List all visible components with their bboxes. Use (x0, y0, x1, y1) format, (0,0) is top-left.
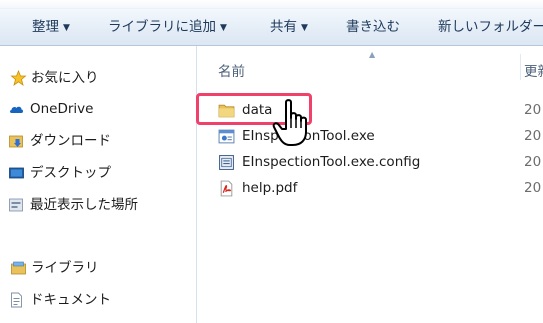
add-to-library-label: ライブラリに追加 (108, 19, 216, 35)
nav-item-recent-places[interactable]: 最近表示した場所 (9, 193, 138, 217)
column-divider[interactable] (520, 54, 521, 80)
recent-places-icon (9, 198, 23, 212)
navigation-pane: お気に入り OneDrive ダウンロード デスクトップ 最近表示した場所 ライ… (0, 46, 197, 323)
file-name: help.pdf (242, 180, 298, 196)
nav-item-downloads-label: ダウンロード (30, 133, 111, 149)
file-date: 20 (524, 102, 542, 118)
file-date: 20 (524, 180, 542, 196)
hand-pointer-icon (272, 99, 307, 146)
sort-ascending-icon: ▲ (369, 50, 376, 59)
organize-button[interactable]: 整理 ▼ (32, 9, 70, 46)
chevron-down-icon: ▼ (63, 23, 70, 33)
file-name: EInspectionTool.exe.config (242, 154, 421, 170)
explorer-window: 整理 ▼ ライブラリに追加 ▼ 共有 ▼ 書き込む 新しいフォルダー お気に入り On… (0, 0, 543, 323)
add-to-library-button[interactable]: ライブラリに追加 ▼ (108, 9, 227, 46)
new-folder-label: 新しいフォルダー (438, 19, 543, 35)
organize-label: 整理 (32, 19, 59, 35)
config-file-icon (219, 155, 234, 170)
new-folder-button[interactable]: 新しいフォルダー (438, 9, 543, 46)
burn-label: 書き込む (346, 19, 400, 35)
download-folder-icon (9, 135, 23, 148)
nav-item-desktop[interactable]: デスクトップ (9, 161, 111, 185)
chevron-down-icon: ▼ (301, 23, 308, 33)
nav-favorites-label: お気に入り (31, 70, 99, 86)
file-row-exe[interactable]: EInspectionTool.exe 20 (198, 124, 543, 149)
nav-item-documents[interactable]: ドキュメント (11, 288, 111, 312)
nav-libraries-label: ライブラリ (31, 260, 99, 276)
nav-item-desktop-label: デスクトップ (30, 165, 111, 181)
nav-item-downloads[interactable]: ダウンロード (9, 129, 111, 153)
nav-favorites[interactable]: お気に入り (10, 66, 99, 90)
column-header-name[interactable]: 名前 (218, 60, 245, 80)
file-date: 20 (524, 154, 542, 170)
exe-icon (218, 129, 235, 144)
share-label: 共有 (270, 19, 297, 35)
file-row-pdf[interactable]: help.pdf 20 (198, 176, 543, 201)
library-icon (11, 261, 26, 275)
nav-item-onedrive-label: OneDrive (30, 101, 94, 117)
burn-button[interactable]: 書き込む (346, 9, 400, 46)
nav-item-documents-label: ドキュメント (30, 292, 111, 308)
nav-libraries[interactable]: ライブラリ (10, 256, 99, 280)
share-button[interactable]: 共有 ▼ (270, 9, 308, 46)
nav-item-onedrive[interactable]: OneDrive (10, 97, 94, 121)
desktop-icon (9, 167, 24, 179)
onedrive-icon (10, 106, 23, 113)
pdf-icon (220, 180, 233, 197)
column-header-date[interactable]: 更新 (524, 60, 543, 80)
file-date: 20 (524, 128, 542, 144)
chevron-down-icon: ▼ (220, 23, 227, 33)
star-icon (10, 70, 27, 86)
nav-item-recent-places-label: 最近表示した場所 (30, 197, 138, 213)
document-icon (11, 292, 22, 308)
file-row-config[interactable]: EInspectionTool.exe.config 20 (198, 150, 543, 175)
window-top-edge (0, 0, 543, 8)
file-list-pane: ▲ 名前 更新 data 20 EInspectionTool.exe 20 (198, 46, 543, 323)
command-bar: 整理 ▼ ライブラリに追加 ▼ 共有 ▼ 書き込む 新しいフォルダー (0, 8, 543, 46)
